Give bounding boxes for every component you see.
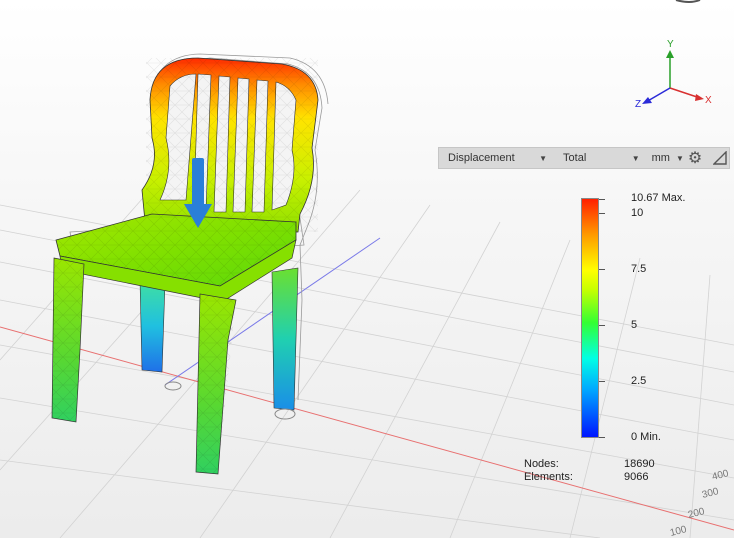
result-type-dropdown[interactable]: Displacement ▼ xyxy=(439,148,553,168)
component-value: Total xyxy=(563,152,587,164)
legend-tick-label: 10 xyxy=(631,207,644,219)
z-axis-label: Z xyxy=(635,99,641,110)
backrest-mesh xyxy=(146,58,318,232)
navigation-orb-edge[interactable] xyxy=(675,0,701,3)
legend-min-label: 0 Min. xyxy=(631,431,661,443)
legend-tick xyxy=(599,325,605,326)
back-right-leg xyxy=(271,267,299,411)
unit-dropdown[interactable]: mm ▼ xyxy=(646,148,686,168)
view-cube-triad[interactable]: Y X Z xyxy=(635,39,712,110)
chevron-down-icon: ▼ xyxy=(631,153,640,163)
nodes-value: 18690 xyxy=(624,458,655,470)
legend-tick xyxy=(599,437,605,438)
x-axis-line xyxy=(0,326,734,531)
fixed-constraint-marker xyxy=(274,408,296,420)
elements-label: Elements: xyxy=(524,471,573,483)
elements-value: 9066 xyxy=(624,471,649,483)
color-scale-legend xyxy=(581,198,599,438)
legend-tick-label: 5 xyxy=(631,319,638,331)
legend-tick-label: 2.5 xyxy=(631,375,647,387)
corner-triangle-icon[interactable] xyxy=(710,148,729,168)
y-axis-label: Y xyxy=(667,39,674,50)
unit-value: mm xyxy=(651,152,670,164)
results-toolbar: Displacement ▼ Total ▼ mm ▼ ⚙ xyxy=(438,147,730,169)
back-left-leg xyxy=(139,279,166,373)
legend-tick xyxy=(599,213,605,214)
gear-icon[interactable]: ⚙ xyxy=(686,148,705,168)
result-type-value: Displacement xyxy=(448,152,515,164)
analysis-viewport[interactable]: Y X Z Displacement ▼ Total ▼ mm ▼ ⚙ 10.6… xyxy=(0,0,734,538)
x-axis-label: X xyxy=(705,95,712,106)
chevron-down-icon: ▼ xyxy=(675,153,684,163)
legend-max-label: 10.67 Max. xyxy=(631,192,686,204)
component-dropdown[interactable]: Total ▼ xyxy=(553,148,646,168)
legend-tick xyxy=(599,269,605,270)
nodes-label: Nodes: xyxy=(524,458,559,470)
legend-tick xyxy=(599,381,605,382)
fixed-constraint-marker xyxy=(164,381,182,391)
chevron-down-icon: ▼ xyxy=(539,153,548,163)
legend-tick-label: 7.5 xyxy=(631,263,647,275)
legend-tick xyxy=(599,199,605,200)
